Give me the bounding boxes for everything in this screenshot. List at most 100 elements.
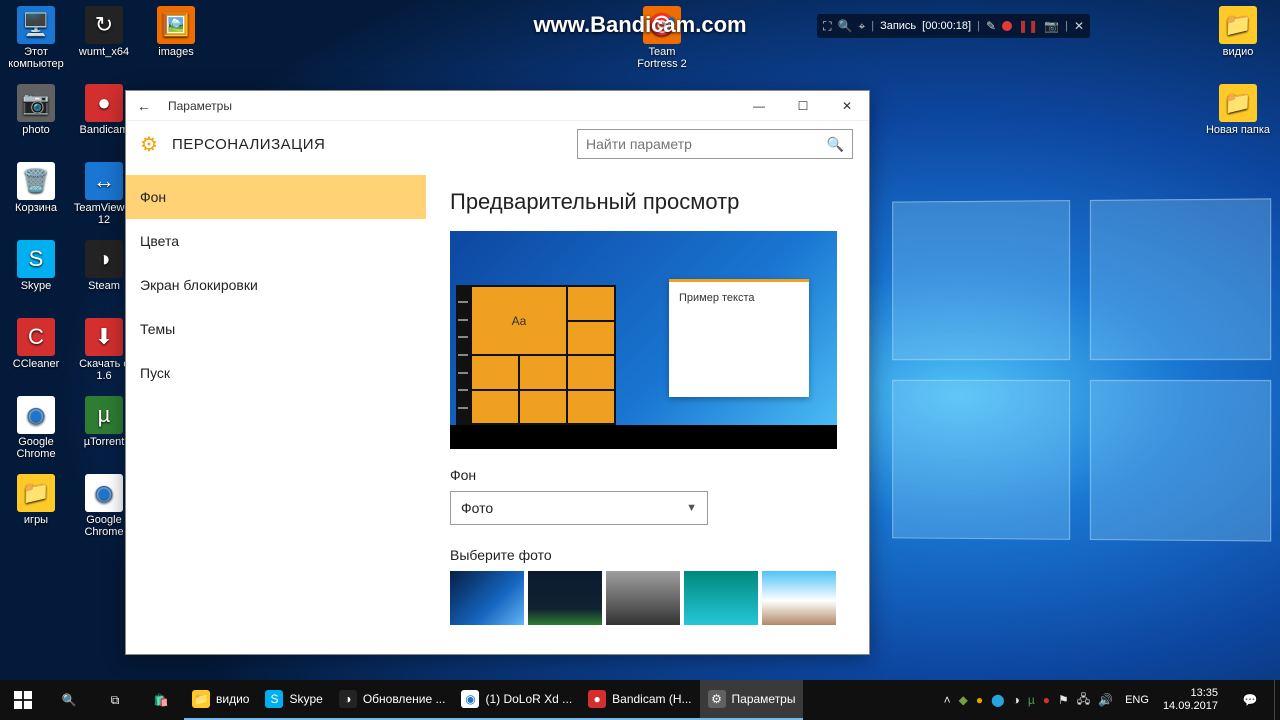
desktop-icon-label: Этот компьютер <box>6 46 66 70</box>
action-center-button[interactable]: 💬 <box>1226 680 1274 720</box>
maximize-button[interactable]: ☐ <box>781 91 825 121</box>
photo-thumb-5[interactable] <box>762 571 836 625</box>
taskbar-task[interactable]: SSkype <box>257 680 330 720</box>
back-button[interactable]: ← <box>134 98 154 114</box>
desktop-icons-right: 📁видио📁Новая папка <box>1202 4 1274 160</box>
task-view-button[interactable]: ⧉ <box>92 680 138 720</box>
desktop-icon[interactable]: ↻wumt_x64 <box>72 4 136 82</box>
language-indicator[interactable]: ENG <box>1119 680 1155 720</box>
sidebar-item[interactable]: Пуск <box>126 351 426 395</box>
titlebar[interactable]: ← Параметры ― ☐ ✕ <box>126 91 869 121</box>
desktop-icon[interactable]: CCCleaner <box>4 316 68 394</box>
task-icon: 📁 <box>192 690 210 708</box>
desktop-icon-label: Team Fortress 2 <box>632 46 692 70</box>
sidebar-item[interactable]: Цвета <box>126 219 426 263</box>
sidebar-item[interactable]: Фон <box>126 175 426 219</box>
background-combo[interactable]: Фото ▼ <box>450 491 708 525</box>
tray-icon-1[interactable]: ◆ <box>959 693 968 707</box>
desktop-icon-label: wumt_x64 <box>79 46 129 58</box>
desktop-icon[interactable]: 📷photo <box>4 82 68 160</box>
app-icon: 🗑️ <box>17 162 55 200</box>
app-icon: 🖥️ <box>17 6 55 44</box>
background-label: Фон <box>450 467 845 483</box>
app-icon: ⬇ <box>85 318 123 356</box>
store-button[interactable]: 🛍️ <box>138 680 184 720</box>
header-row: ⚙ ПЕРСОНАЛИЗАЦИЯ 🔍 <box>126 121 869 175</box>
sidebar: ФонЦветаЭкран блокировкиТемыПуск <box>126 175 426 654</box>
desktop-icon-label: Корзина <box>15 202 57 214</box>
tray-icon-3[interactable]: ⬤ <box>991 693 1004 707</box>
sidebar-item[interactable]: Темы <box>126 307 426 351</box>
preview-box: Aa Пример текста <box>450 231 837 449</box>
tray-chevron-up-icon[interactable]: ˄ <box>944 693 951 707</box>
camera-icon[interactable]: 📷 <box>1044 19 1059 33</box>
system-tray[interactable]: ˄ ◆ ● ⬤ ◑ µ ● ⚑ 🖧 🔊 <box>938 680 1119 720</box>
task-label: Skype <box>289 692 322 706</box>
tray-utorrent-icon[interactable]: µ <box>1028 693 1035 707</box>
show-desktop-button[interactable] <box>1274 680 1280 720</box>
search-button[interactable]: 🔍 <box>46 680 92 720</box>
app-icon: 📁 <box>17 474 55 512</box>
minimize-button[interactable]: ― <box>737 91 781 121</box>
target-icon[interactable]: ⌖ <box>858 19 865 34</box>
window-title: Параметры <box>168 99 232 113</box>
desktop-icons-col-1: 🖥️Этот компьютер📷photo🗑️КорзинаSSkypeCCC… <box>4 4 68 550</box>
expand-icon[interactable]: ⛶ <box>823 19 831 34</box>
desktop-icon[interactable]: 🗑️ Корзина <box>4 160 68 238</box>
tray-network-icon[interactable]: 🖧 <box>1077 690 1090 711</box>
photo-thumb-3[interactable] <box>606 571 680 625</box>
photo-thumb-4[interactable] <box>684 571 758 625</box>
app-icon: 🖼️ <box>157 6 195 44</box>
task-label: Параметры <box>732 692 796 706</box>
desktop-icon-label: видио <box>1223 46 1254 58</box>
taskbar-task[interactable]: ●Bandicam (H... <box>580 680 699 720</box>
tray-steam-icon[interactable]: ◑ <box>1013 693 1020 707</box>
pause-icon[interactable]: ❚❚ <box>1018 19 1038 33</box>
tray-volume-icon[interactable]: 🔊 <box>1098 693 1113 707</box>
magnify-icon[interactable]: 🔍 <box>837 19 852 33</box>
desktop-icon[interactable]: SSkype <box>4 238 68 316</box>
task-icon: ◉ <box>461 690 479 708</box>
desktop-icon[interactable]: 📁Новая папка <box>1202 82 1274 160</box>
taskbar-task[interactable]: ◉ (1) DoLoR Xd ... <box>453 680 580 720</box>
preview-start-menu: Aa <box>456 285 616 425</box>
desktop-icon[interactable]: ◉Google Chrome <box>4 394 68 472</box>
taskbar[interactable]: 🔍 ⧉ 🛍️ 📁 видио SSkype◑Обновление ... ◉ (1) D… <box>0 680 1280 720</box>
app-icon: ◉ <box>85 474 123 512</box>
clock-time: 13:35 <box>1190 687 1218 700</box>
app-icon: S <box>17 240 55 278</box>
task-label: (1) DoLoR Xd ... <box>485 692 572 706</box>
tray-icon-2[interactable]: ● <box>976 693 983 707</box>
wallpaper-windows-logo <box>892 198 1271 541</box>
record-indicator-icon[interactable] <box>1002 21 1012 31</box>
recording-status: Запись <box>880 20 916 32</box>
desktop-icon[interactable]: 🖼️ images <box>144 4 208 82</box>
desktop-icon[interactable]: 🖥️Этот компьютер <box>4 4 68 82</box>
task-icon: ● <box>588 690 606 708</box>
desktop-icon[interactable]: 📁игры <box>4 472 68 550</box>
tray-bandicam-icon[interactable]: ● <box>1043 693 1050 707</box>
desktop-icon[interactable]: 📁видио <box>1202 4 1274 82</box>
app-icon: 📷 <box>17 84 55 122</box>
photo-thumb-2[interactable] <box>528 571 602 625</box>
taskbar-task[interactable]: 📁 видио <box>184 680 257 720</box>
close-icon[interactable]: ✕ <box>1074 19 1084 33</box>
search-input[interactable] <box>586 136 827 152</box>
taskbar-clock[interactable]: 13:35 14.09.2017 <box>1155 680 1226 720</box>
content-pane[interactable]: Предварительный просмотр Aa Пример текст… <box>426 175 869 654</box>
desktop-icon-label: images <box>158 46 193 58</box>
search-icon[interactable]: 🔍 <box>827 136 844 153</box>
taskbar-task[interactable]: ◑Обновление ... <box>331 680 454 720</box>
bandicam-recording-bar[interactable]: ⛶ 🔍 ⌖ | Запись [00:00:18] | ✎ ❚❚ 📷 | ✕ <box>817 14 1090 38</box>
task-label: видио <box>216 692 249 706</box>
tray-flag-icon[interactable]: ⚑ <box>1058 693 1069 707</box>
photo-thumb-1[interactable] <box>450 571 524 625</box>
app-icon: C <box>17 318 55 356</box>
close-button[interactable]: ✕ <box>825 91 869 121</box>
pencil-icon[interactable]: ✎ <box>986 19 996 33</box>
start-button[interactable] <box>0 680 46 720</box>
search-box[interactable]: 🔍 <box>577 129 853 159</box>
taskbar-task[interactable]: ⚙Параметры <box>700 680 804 720</box>
sidebar-item[interactable]: Экран блокировки <box>126 263 426 307</box>
choose-photo-label: Выберите фото <box>450 547 845 563</box>
